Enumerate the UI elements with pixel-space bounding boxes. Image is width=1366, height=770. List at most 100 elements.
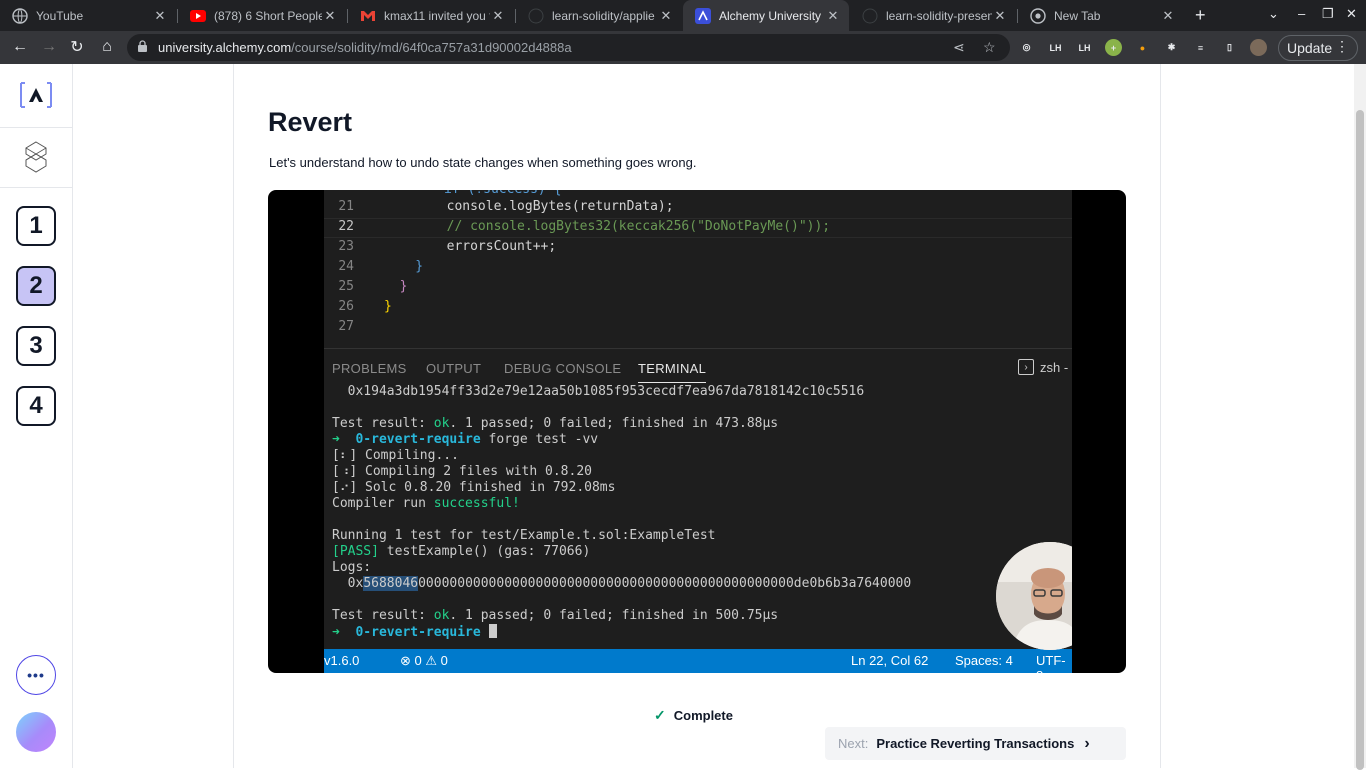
- terminal-icon: ›: [1018, 359, 1034, 375]
- youtube-icon: [12, 7, 28, 24]
- extensions-puzzle-icon[interactable]: ✱: [1163, 39, 1180, 56]
- tab-problems: PROBLEMS: [332, 361, 407, 376]
- new-tab-plus-icon[interactable]: +: [1195, 5, 1206, 26]
- tab-title: learn-solidity/applie: [552, 8, 655, 23]
- home-icon[interactable]: ⌂: [97, 37, 117, 57]
- browser-tab-gmail[interactable]: kmax11 invited you t ✕: [348, 0, 514, 31]
- tab-search-chevron-icon[interactable]: ⌄: [1268, 6, 1279, 22]
- step-4-button[interactable]: 4: [16, 386, 56, 426]
- close-icon[interactable]: ✕: [490, 8, 506, 24]
- side-panel-icon[interactable]: ▯: [1221, 39, 1238, 56]
- back-arrow-icon[interactable]: ←: [10, 37, 30, 57]
- add-extension-icon[interactable]: +: [1105, 39, 1122, 56]
- close-icon[interactable]: ✕: [322, 8, 338, 24]
- lock-icon: [138, 40, 147, 52]
- code-line: 27: [338, 319, 354, 334]
- alchemy-logo[interactable]: [0, 80, 72, 110]
- forward-arrow-icon[interactable]: →: [39, 37, 59, 57]
- close-icon[interactable]: ✕: [1160, 8, 1176, 24]
- step-3-button[interactable]: 3: [16, 326, 56, 366]
- ellipsis-icon: •••: [27, 667, 45, 683]
- browser-tab-alchemy-university[interactable]: Alchemy University ✕: [683, 0, 849, 31]
- editor-status-bar: v1.6.0 ⊗ 0 ⚠ 0 Ln 22, Col 62 Spaces: 4 U…: [324, 649, 1072, 673]
- profile-avatar-icon[interactable]: [1250, 39, 1267, 56]
- step-1-button[interactable]: 1: [16, 206, 56, 246]
- checkmark-icon: ✓: [654, 707, 666, 723]
- terminal-line: 0x56880460000000000000000000000000000000…: [332, 576, 912, 591]
- user-avatar[interactable]: [16, 712, 56, 752]
- next-lesson-button[interactable]: Next: Practice Reverting Transactions ›: [825, 727, 1126, 760]
- terminal-line: ➜ 0-revert-require forge test -vv: [332, 432, 599, 447]
- terminal-line: Compiler run successful!: [332, 496, 520, 511]
- restore-icon[interactable]: ❐: [1322, 6, 1334, 22]
- tab-output: OUTPUT: [426, 361, 482, 376]
- lighthouse-extension-icon[interactable]: LH: [1047, 39, 1064, 56]
- update-button[interactable]: Update ⋮: [1278, 35, 1358, 61]
- youtube-icon: [190, 8, 206, 24]
- chevron-right-icon: ›: [1084, 734, 1090, 752]
- code-line: 21 console.logBytes(returnData);: [338, 199, 674, 214]
- browser-tab-github-presentation[interactable]: learn-solidity-presen ✕: [850, 0, 1016, 31]
- browser-tab-github-applied[interactable]: learn-solidity/applie ✕: [516, 0, 682, 31]
- address-bar[interactable]: university.alchemy.com/course/solidity/m…: [127, 34, 1010, 61]
- lesson-description: Let's understand how to undo state chang…: [269, 155, 697, 170]
- terminal-line: Test result: ok. 1 passed; 0 failed; fin…: [332, 416, 779, 431]
- tab-title: Alchemy University: [719, 8, 822, 23]
- code-line: 23 errorsCount++;: [338, 239, 557, 254]
- url-text: university.alchemy.com/course/solidity/m…: [158, 40, 572, 55]
- share-icon[interactable]: ⋖: [953, 39, 965, 56]
- code-line: 26}: [338, 299, 392, 314]
- terminal-output: 0x194a3db1954ff33d2e79e12aa50b1085f953ce…: [324, 384, 1072, 649]
- course-sidebar: 1 2 3 4 •••: [0, 64, 73, 768]
- status-problems: ⊗ 0 ⚠ 0: [400, 653, 448, 668]
- close-icon[interactable]: ✕: [825, 8, 841, 24]
- browser-tab-youtube-video[interactable]: (878) 6 Short People ✕: [178, 0, 346, 31]
- alchemy-logo-icon: [20, 82, 52, 108]
- terminal-line: [⠰] Compiling 2 files with 0.8.20: [332, 464, 592, 479]
- status-indent: Spaces: 4: [955, 653, 1013, 668]
- lesson-video-player[interactable]: if (!success) { 21 console.logBytes(retu…: [268, 190, 1126, 673]
- code-editor: if (!success) { 21 console.logBytes(retu…: [324, 190, 1072, 348]
- more-options-button[interactable]: •••: [16, 655, 56, 695]
- tab-debug-console: DEBUG CONSOLE: [504, 361, 622, 376]
- reading-list-icon[interactable]: ≡: [1192, 39, 1209, 56]
- chrome-icon: [1030, 7, 1046, 24]
- minimize-icon[interactable]: –: [1298, 6, 1305, 21]
- status-cursor-position: Ln 22, Col 62: [851, 653, 929, 668]
- bookmark-star-icon[interactable]: ☆: [983, 39, 996, 56]
- code-line: 22 // console.logBytes32(keccak256("DoNo…: [338, 219, 831, 234]
- reload-icon[interactable]: ↻: [67, 37, 87, 57]
- status-version: v1.6.0: [324, 653, 360, 668]
- close-icon[interactable]: ✕: [152, 8, 168, 24]
- terminal-line: Running 1 test for test/Example.t.sol:Ex…: [332, 528, 716, 543]
- terminal-line: [PASS] testExample() (gas: 77066): [332, 544, 591, 559]
- close-icon[interactable]: ✕: [658, 8, 674, 24]
- course-hexagon-icon[interactable]: [0, 141, 72, 173]
- more-vertical-icon[interactable]: ⋮: [1335, 38, 1349, 55]
- browser-toolbar: ← → ↻ ⌂ university.alchemy.com/course/so…: [0, 31, 1366, 64]
- hexagon-stack-icon: [25, 141, 47, 173]
- tab-terminal: TERMINAL: [638, 361, 707, 383]
- browser-tab-youtube[interactable]: YouTube ✕: [0, 0, 176, 31]
- terminal-line: [⠆] Compiling...: [332, 448, 459, 463]
- tab-title: kmax11 invited you t: [384, 8, 490, 23]
- terminal-line: Test result: ok. 1 passed; 0 failed; fin…: [332, 608, 779, 623]
- terminal-line: 0x194a3db1954ff33d2e79e12aa50b1085f953ce…: [332, 384, 865, 399]
- code-line: 25 }: [338, 279, 408, 294]
- github-icon: [528, 8, 544, 24]
- window-close-icon[interactable]: ✕: [1346, 6, 1357, 22]
- browser-tab-new-tab[interactable]: New Tab ✕: [1018, 0, 1184, 31]
- complete-button[interactable]: ✓ Complete: [654, 707, 733, 724]
- scrollbar-thumb[interactable]: [1356, 110, 1364, 770]
- close-icon[interactable]: ✕: [992, 8, 1008, 24]
- browser-tab-bar: YouTube ✕ (878) 6 Short People ✕ kmax11 …: [0, 0, 1366, 31]
- status-encoding: UTF-8: [1036, 653, 1066, 673]
- metamask-extension-icon[interactable]: ●: [1134, 39, 1151, 56]
- page-scrollbar[interactable]: [1354, 64, 1366, 770]
- panel-tab-bar: PROBLEMS OUTPUT DEBUG CONSOLE TERMINAL ›…: [324, 348, 1072, 384]
- extension-target-icon[interactable]: ◎: [1018, 39, 1035, 56]
- lesson-title: Revert: [268, 107, 353, 137]
- tab-title: New Tab: [1054, 8, 1101, 23]
- step-2-button[interactable]: 2: [16, 266, 56, 306]
- lighthouse-extension-icon[interactable]: LH: [1076, 39, 1093, 56]
